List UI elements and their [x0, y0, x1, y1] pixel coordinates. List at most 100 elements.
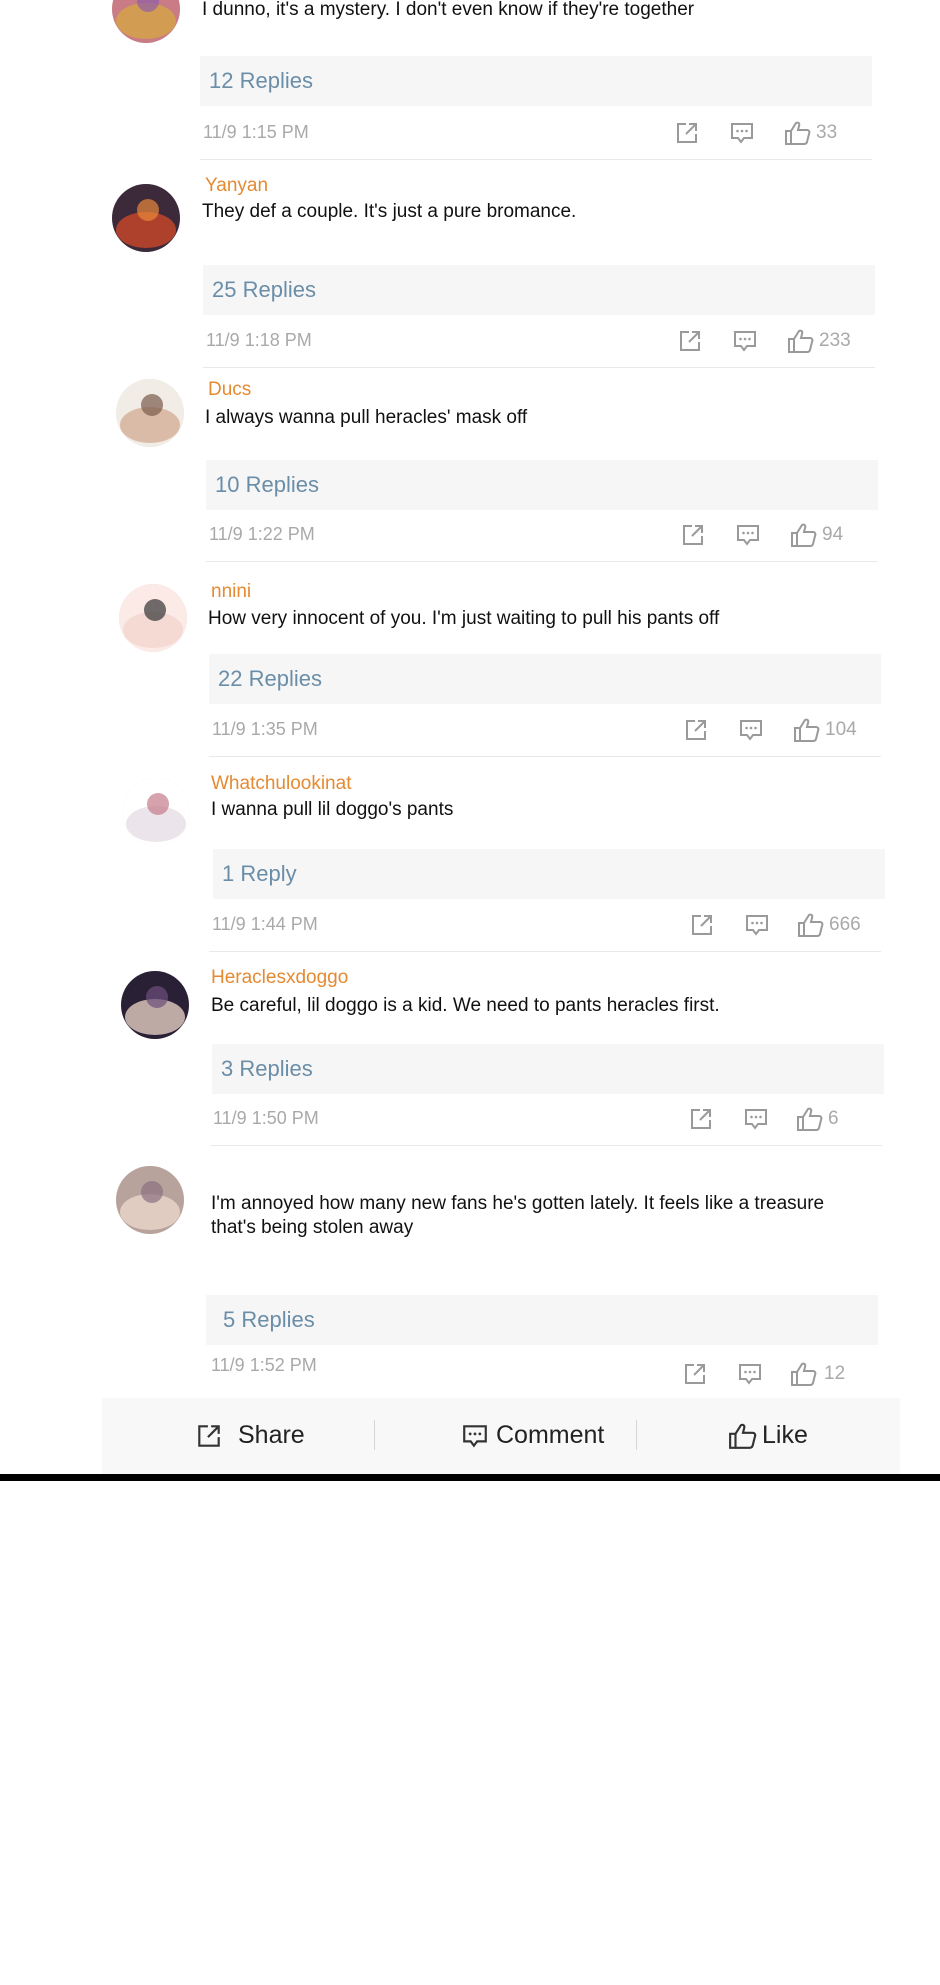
thumbs-up-icon[interactable]	[796, 1106, 824, 1137]
comment-icon[interactable]	[744, 912, 770, 943]
timestamp: 11/9 1:52 PM	[211, 1355, 317, 1375]
share-icon[interactable]	[677, 328, 703, 359]
avatar[interactable]	[121, 971, 189, 1039]
timestamp: 11/9 1:44 PM	[212, 914, 318, 934]
share-icon[interactable]	[682, 1361, 708, 1392]
username[interactable]: Ducs	[208, 379, 251, 401]
timestamp: 11/9 1:22 PM	[209, 524, 315, 544]
replies-count: 3 Replies	[221, 1056, 313, 1081]
comment-label: Comment	[496, 1421, 605, 1449]
divider	[200, 159, 872, 160]
thumbs-up-icon[interactable]	[790, 522, 818, 553]
avatar[interactable]	[119, 584, 187, 652]
replies-count: 5 Replies	[223, 1307, 315, 1332]
divider	[203, 367, 875, 368]
avatar-image	[116, 1166, 184, 1234]
avatar-image	[116, 379, 184, 447]
comment-icon[interactable]	[732, 328, 758, 359]
comment-icon[interactable]	[735, 522, 761, 553]
avatar[interactable]	[116, 379, 184, 447]
like-count: 666	[829, 914, 861, 935]
like-count: 12	[824, 1363, 846, 1384]
avatar[interactable]	[112, 0, 180, 43]
share-icon[interactable]	[683, 717, 709, 748]
divider	[374, 1420, 375, 1450]
divider	[0, 1474, 940, 1481]
avatar[interactable]	[116, 1166, 184, 1234]
comment-text: I'm annoyed how many new fans he's gotte…	[211, 1193, 825, 1238]
thumbs-up-icon[interactable]	[793, 717, 821, 748]
comment-text: They def a couple. It's just a pure brom…	[202, 201, 577, 222]
timestamp: 11/9 1:50 PM	[213, 1108, 319, 1128]
view-replies-button[interactable]: 25 Replies	[203, 265, 875, 315]
comment-icon	[463, 1425, 487, 1448]
share-label: Share	[238, 1421, 305, 1449]
avatar-image	[119, 584, 187, 652]
timestamp: 11/9 1:35 PM	[212, 719, 318, 739]
divider	[209, 951, 881, 952]
avatar[interactable]	[122, 778, 190, 846]
like-count: 94	[822, 524, 844, 545]
comment-item: Heraclesxdoggo Be careful, lil doggo is …	[0, 964, 940, 1154]
view-replies-button[interactable]: 22 Replies	[209, 654, 881, 704]
comment-icon[interactable]	[743, 1106, 769, 1137]
like-button[interactable]: Like	[728, 1418, 828, 1454]
view-replies-button[interactable]: 10 Replies	[206, 460, 878, 510]
replies-count: 1 Reply	[222, 861, 297, 886]
avatar-image	[112, 0, 180, 43]
comment-feed: I dunno, it's a mystery. I don't even kn…	[0, 0, 940, 1480]
like-label: Like	[762, 1421, 808, 1449]
comment-item: I dunno, it's a mystery. I don't even kn…	[0, 0, 940, 160]
avatar-image	[122, 778, 190, 846]
divider	[206, 561, 878, 562]
bottom-action-bar: Share Comment Like	[102, 1398, 900, 1474]
comment-meta: 11/9 1:52 PM 12	[208, 1343, 880, 1395]
share-icon[interactable]	[688, 1106, 714, 1137]
like-count: 33	[816, 122, 838, 143]
replies-count: 25 Replies	[212, 277, 316, 302]
avatar[interactable]	[112, 184, 180, 252]
thumbs-up-icon	[729, 1423, 757, 1449]
comment-item: Ducs I always wanna pull heracles' mask …	[0, 376, 940, 566]
like-count: 6	[828, 1108, 839, 1129]
view-replies-button[interactable]: 3 Replies	[212, 1044, 884, 1094]
comment-text: I wanna pull lil doggo's pants	[211, 799, 454, 820]
like-count: 233	[819, 330, 851, 351]
share-icon[interactable]	[689, 912, 715, 943]
thumbs-up-icon[interactable]	[787, 328, 815, 359]
share-icon[interactable]	[680, 522, 706, 553]
timestamp: 11/9 1:15 PM	[203, 122, 309, 142]
comment-button[interactable]: Comment	[460, 1418, 610, 1454]
comment-text: Be careful, lil doggo is a kid. We need …	[211, 995, 720, 1016]
replies-count: 22 Replies	[218, 666, 322, 691]
view-replies-button[interactable]: 12 Replies	[200, 56, 872, 106]
comment-item: nnini How very innocent of you. I'm just…	[0, 578, 940, 768]
comment-icon[interactable]	[737, 1361, 763, 1392]
comment-meta: 11/9 1:18 PM 233	[203, 316, 875, 368]
share-button[interactable]: Share	[194, 1418, 305, 1454]
divider	[636, 1420, 637, 1450]
thumbs-up-icon[interactable]	[790, 1361, 818, 1392]
thumbs-up-icon[interactable]	[784, 120, 812, 151]
comment-meta: 11/9 1:50 PM 6	[210, 1094, 882, 1146]
view-replies-button[interactable]: 1 Reply	[213, 849, 885, 899]
like-count: 104	[825, 719, 857, 740]
username[interactable]: Yanyan	[205, 175, 268, 197]
share-icon	[198, 1425, 220, 1447]
thumbs-up-icon[interactable]	[797, 912, 825, 943]
username[interactable]: nnini	[211, 581, 251, 603]
share-icon[interactable]	[674, 120, 700, 151]
comment-item: Yanyan They def a couple. It's just a pu…	[0, 172, 940, 370]
username[interactable]: Heraclesxdoggo	[211, 967, 348, 989]
comment-meta: 11/9 1:22 PM 94	[206, 510, 878, 562]
comment-item: I'm annoyed how many new fans he's gotte…	[0, 1160, 940, 1398]
comment-text: How very innocent of you. I'm just waiti…	[208, 608, 720, 629]
replies-count: 10 Replies	[215, 472, 319, 497]
comment-icon[interactable]	[738, 717, 764, 748]
divider	[210, 1145, 882, 1146]
comment-icon[interactable]	[729, 120, 755, 151]
replies-count: 12 Replies	[209, 68, 313, 93]
username[interactable]: Whatchulookinat	[211, 773, 351, 795]
view-replies-button[interactable]: 5 Replies	[206, 1295, 878, 1345]
comment-text: I dunno, it's a mystery. I don't even kn…	[202, 0, 695, 20]
